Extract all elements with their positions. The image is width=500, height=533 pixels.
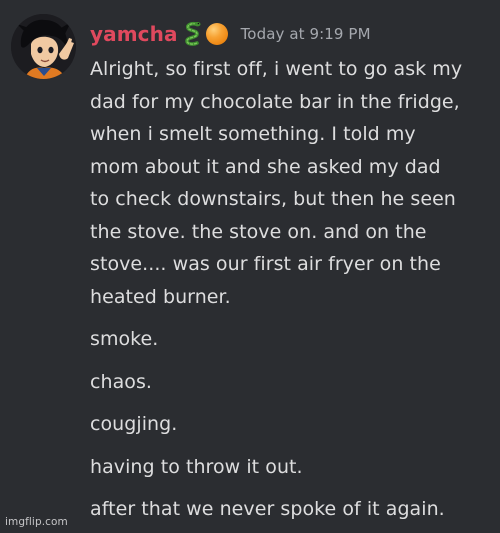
message-line: after that we never spoke of it again. — [90, 498, 445, 520]
message-line: the stove. the stove on. and on the — [90, 220, 427, 243]
avatar[interactable] — [11, 14, 76, 79]
orange-orb-icon[interactable] — [205, 23, 228, 45]
message-line: when i smelt something. I told my — [90, 123, 416, 145]
message-line: smoke. — [90, 328, 159, 350]
message-line: having to throw it out. — [90, 455, 303, 478]
message-line: Alright, so first off, i went to go ask … — [90, 58, 463, 80]
message-line: chaos. — [90, 370, 152, 393]
avatar-image — [11, 14, 76, 79]
snake-icon[interactable] — [181, 21, 203, 47]
chat-message: yamcha Today at 9:19 PM Alright, so firs… — [0, 0, 500, 533]
username[interactable]: yamcha — [90, 22, 178, 46]
message-line: heated burner. — [90, 285, 231, 308]
message-header: yamcha Today at 9:19 PM — [90, 17, 371, 51]
message-line: dad for my chocolate bar in the fridge, — [90, 90, 460, 113]
message-line: mom about it and she asked my dad — [90, 155, 441, 178]
message-line: stove.... was our first air fryer on the — [90, 253, 441, 275]
message-content: Alright, so first off, i went to go ask … — [90, 53, 495, 526]
message-line: to check downstairs, but then he seen — [90, 188, 456, 210]
timestamp[interactable]: Today at 9:19 PM — [241, 25, 371, 43]
imgflip-watermark: imgflip.com — [5, 516, 68, 528]
message-line: cougjing. — [90, 413, 178, 435]
